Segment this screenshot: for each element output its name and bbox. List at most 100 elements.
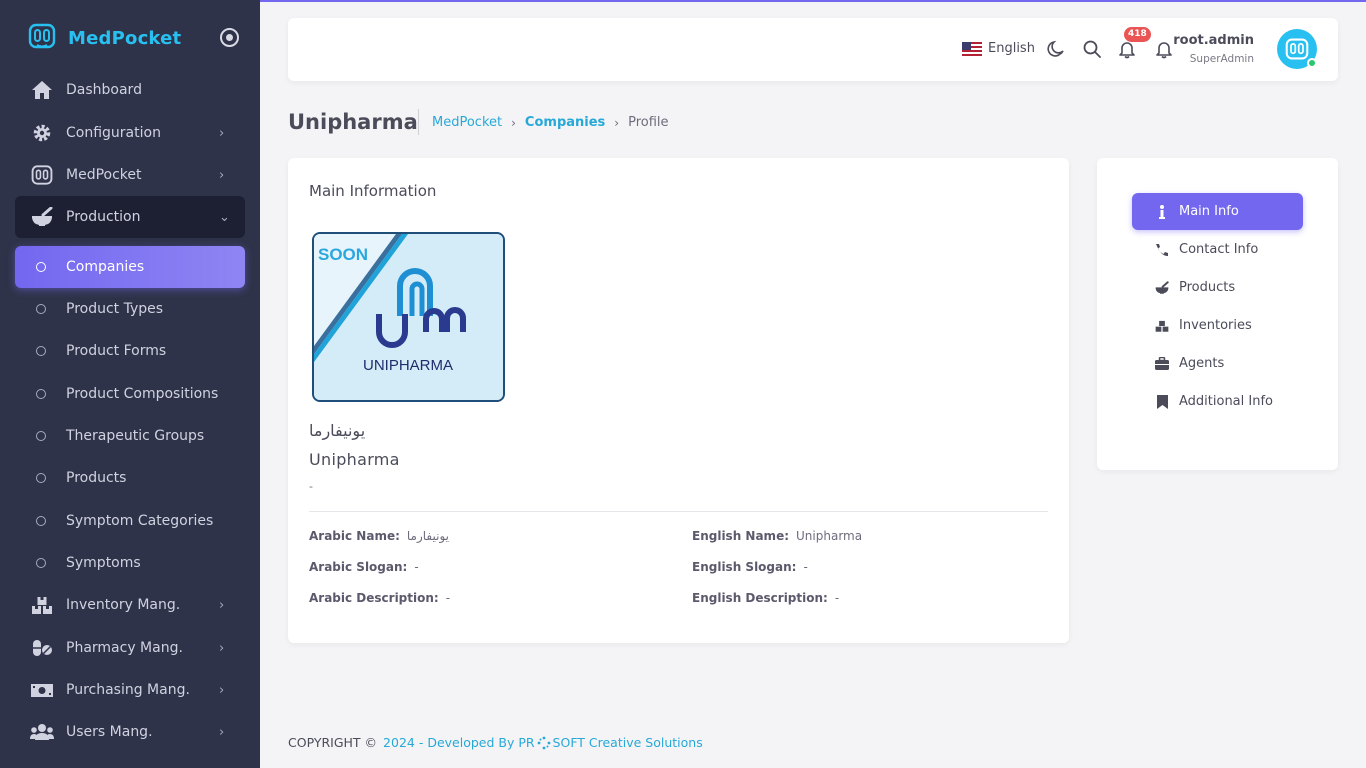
sidebar-subitem-label: Product Types [66,301,164,317]
gear-icon [29,122,55,144]
sidebar-item-label: Inventory Mang. [66,597,181,613]
bell-icon[interactable] [1154,39,1174,59]
footer: COPYRIGHT © 2024 - Developed By PR SOFT … [288,735,703,750]
tab-label: Contact Info [1179,242,1259,257]
sidebar-item-label: Configuration [66,125,161,141]
sidebar-item-label: Dashboard [66,82,142,98]
sidebar-subitem-companies[interactable]: Companies [15,246,245,288]
moon-icon[interactable] [1046,39,1066,59]
field-english-slogan: English Slogan: - [692,560,808,574]
sidebar-subitem-product-types[interactable]: Product Types [15,288,245,330]
company-slogan: - [309,480,313,493]
sidebar-item-users[interactable]: Users Mang. › [15,711,245,753]
sidebar-item-label: Purchasing Mang. [66,682,190,698]
chevron-right-icon: › [511,115,516,130]
tab-additional-info[interactable]: Additional Info [1132,383,1303,420]
sidebar-item-label: Users Mang. [66,724,153,740]
home-icon [29,79,55,101]
sidebar-item-label: Pharmacy Mang. [66,640,183,656]
field-value: - [834,591,840,605]
circle-icon [36,304,46,314]
sidebar-subitem-label: Symptoms [66,555,141,571]
profile-tabs-card: Main Info Contact Info Products Inventor… [1097,158,1338,470]
sidebar-subitem-therapeutic-groups[interactable]: Therapeutic Groups [15,415,245,457]
tab-label: Agents [1179,356,1225,371]
sidebar-subitem-products[interactable]: Products [15,457,245,499]
circle-icon [36,346,46,356]
field-label: English Description: [692,591,828,605]
top-navbar: English 418 root.admin SuperAdmin [288,18,1338,81]
info-icon [1155,204,1169,219]
top-accent-bar [260,0,1366,2]
language-selector[interactable]: English [962,41,1035,56]
chevron-right-icon: › [219,724,225,740]
footer-credit-suffix[interactable]: SOFT Creative Solutions [553,735,703,750]
circle-icon [36,516,46,526]
search-icon[interactable] [1082,39,1102,59]
brand-name: MedPocket [68,27,182,49]
pills-icon [29,637,55,659]
sidebar-subitem-product-compositions[interactable]: Product Compositions [15,373,245,415]
chevron-right-icon: › [219,167,225,183]
medpocket-icon [29,164,55,186]
field-label: Arabic Slogan: [309,560,408,574]
notifications-bell-icon[interactable] [1117,39,1137,59]
prosoft-logo-icon [537,736,551,750]
tab-contact-info[interactable]: Contact Info [1132,231,1303,268]
company-logo: SOON UNIPHARMA [312,232,505,402]
logo-wordmark: UNIPHARMA [363,357,453,374]
sidebar-toggle-icon[interactable] [220,28,239,47]
sidebar-item-inventory[interactable]: Inventory Mang. › [15,584,245,626]
breadcrumb-medpocket[interactable]: MedPocket [432,115,502,130]
field-arabic-name: Arabic Name: يونيفارما [309,529,449,543]
field-value: يونيفارما [406,529,449,543]
briefcase-icon [1155,357,1169,371]
tab-main-info[interactable]: Main Info [1132,193,1303,230]
sidebar-item-configuration[interactable]: Configuration › [15,112,245,154]
sidebar-subitem-symptoms[interactable]: Symptoms [15,542,245,584]
field-label: English Name: [692,529,790,543]
notifications-badge: 418 [1124,27,1151,42]
circle-icon [36,389,46,399]
us-flag-icon [962,41,982,56]
sidebar-subitem-symptom-categories[interactable]: Symptom Categories [15,500,245,542]
page-title: Unipharma [288,110,418,134]
bookmark-icon [1155,394,1169,409]
user-name: root.admin [1173,33,1254,48]
sidebar-item-production[interactable]: Production ⌄ [15,196,245,238]
tab-label: Inventories [1179,318,1252,333]
online-status-dot [1307,58,1317,68]
circle-icon [36,473,46,483]
chevron-right-icon: › [219,640,225,656]
field-value: - [803,560,808,574]
tab-agents[interactable]: Agents [1132,345,1303,382]
sidebar-item-label: Production [66,209,141,225]
tab-inventories[interactable]: Inventories [1132,307,1303,344]
chevron-right-icon: › [219,125,225,141]
phone-icon [1155,243,1169,257]
mortar-pestle-icon [1155,280,1169,295]
sidebar-item-label: MedPocket [66,167,142,183]
sidebar-item-medpocket[interactable]: MedPocket › [15,154,245,196]
sidebar-subitem-product-forms[interactable]: Product Forms [15,330,245,372]
tab-label: Products [1179,280,1236,295]
chevron-down-icon: ⌄ [219,209,230,225]
sidebar-item-purchasing[interactable]: Purchasing Mang. › [15,669,245,711]
field-english-name: English Name: Unipharma [692,529,862,543]
footer-credit-prefix[interactable]: 2024 - Developed By PR [383,735,535,750]
field-english-description: English Description: - [692,591,839,605]
language-label: English [988,41,1035,56]
footer-copyright: COPYRIGHT © [288,735,378,750]
tab-products[interactable]: Products [1132,269,1303,306]
tab-label: Additional Info [1179,394,1273,409]
boxes-icon [29,594,55,616]
field-arabic-description: Arabic Description: - [309,591,450,605]
users-icon [29,721,55,743]
field-value: - [414,560,419,574]
sidebar-item-pharmacy[interactable]: Pharmacy Mang. › [15,627,245,669]
mortar-pestle-icon [29,206,55,228]
sidebar-subitem-label: Product Forms [66,343,167,359]
sidebar-item-dashboard[interactable]: Dashboard [15,69,245,111]
brand[interactable]: MedPocket [28,22,181,54]
breadcrumb-companies[interactable]: Companies [525,115,605,130]
